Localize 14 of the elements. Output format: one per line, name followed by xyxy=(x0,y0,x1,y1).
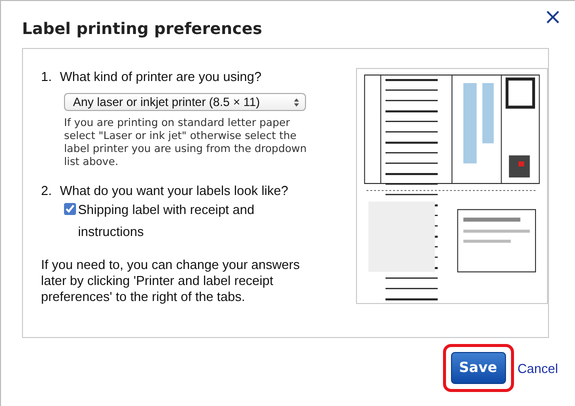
checkbox-label[interactable]: Shipping label with receipt and instructions xyxy=(78,199,288,243)
question-text: What kind of printer are you using? xyxy=(60,69,262,84)
question-number: 1. xyxy=(41,69,52,84)
printer-dropdown[interactable]: Any laser or inkjet printer (8.5 × 11) xyxy=(64,93,306,111)
save-button[interactable]: Save xyxy=(450,352,506,384)
cancel-link[interactable]: Cancel xyxy=(518,360,558,376)
checkbox[interactable] xyxy=(64,203,76,215)
dialog-title: Label printing preferences xyxy=(22,19,262,38)
question-number: 2. xyxy=(41,183,52,198)
note-text: If you need to, you can change your answers later by clicking 'Printer and label receipt preferences' to the right of the tabs. xyxy=(41,257,301,305)
close-button[interactable]: × xyxy=(544,7,562,29)
updown-arrows-icon xyxy=(294,98,299,106)
help-text: If you are printing on standard letter paper select "Laser or ink jet" otherwise select the label printer you are using from the dropdown list above. xyxy=(64,117,308,169)
question-text: What do you want your labels look like? xyxy=(60,183,288,198)
